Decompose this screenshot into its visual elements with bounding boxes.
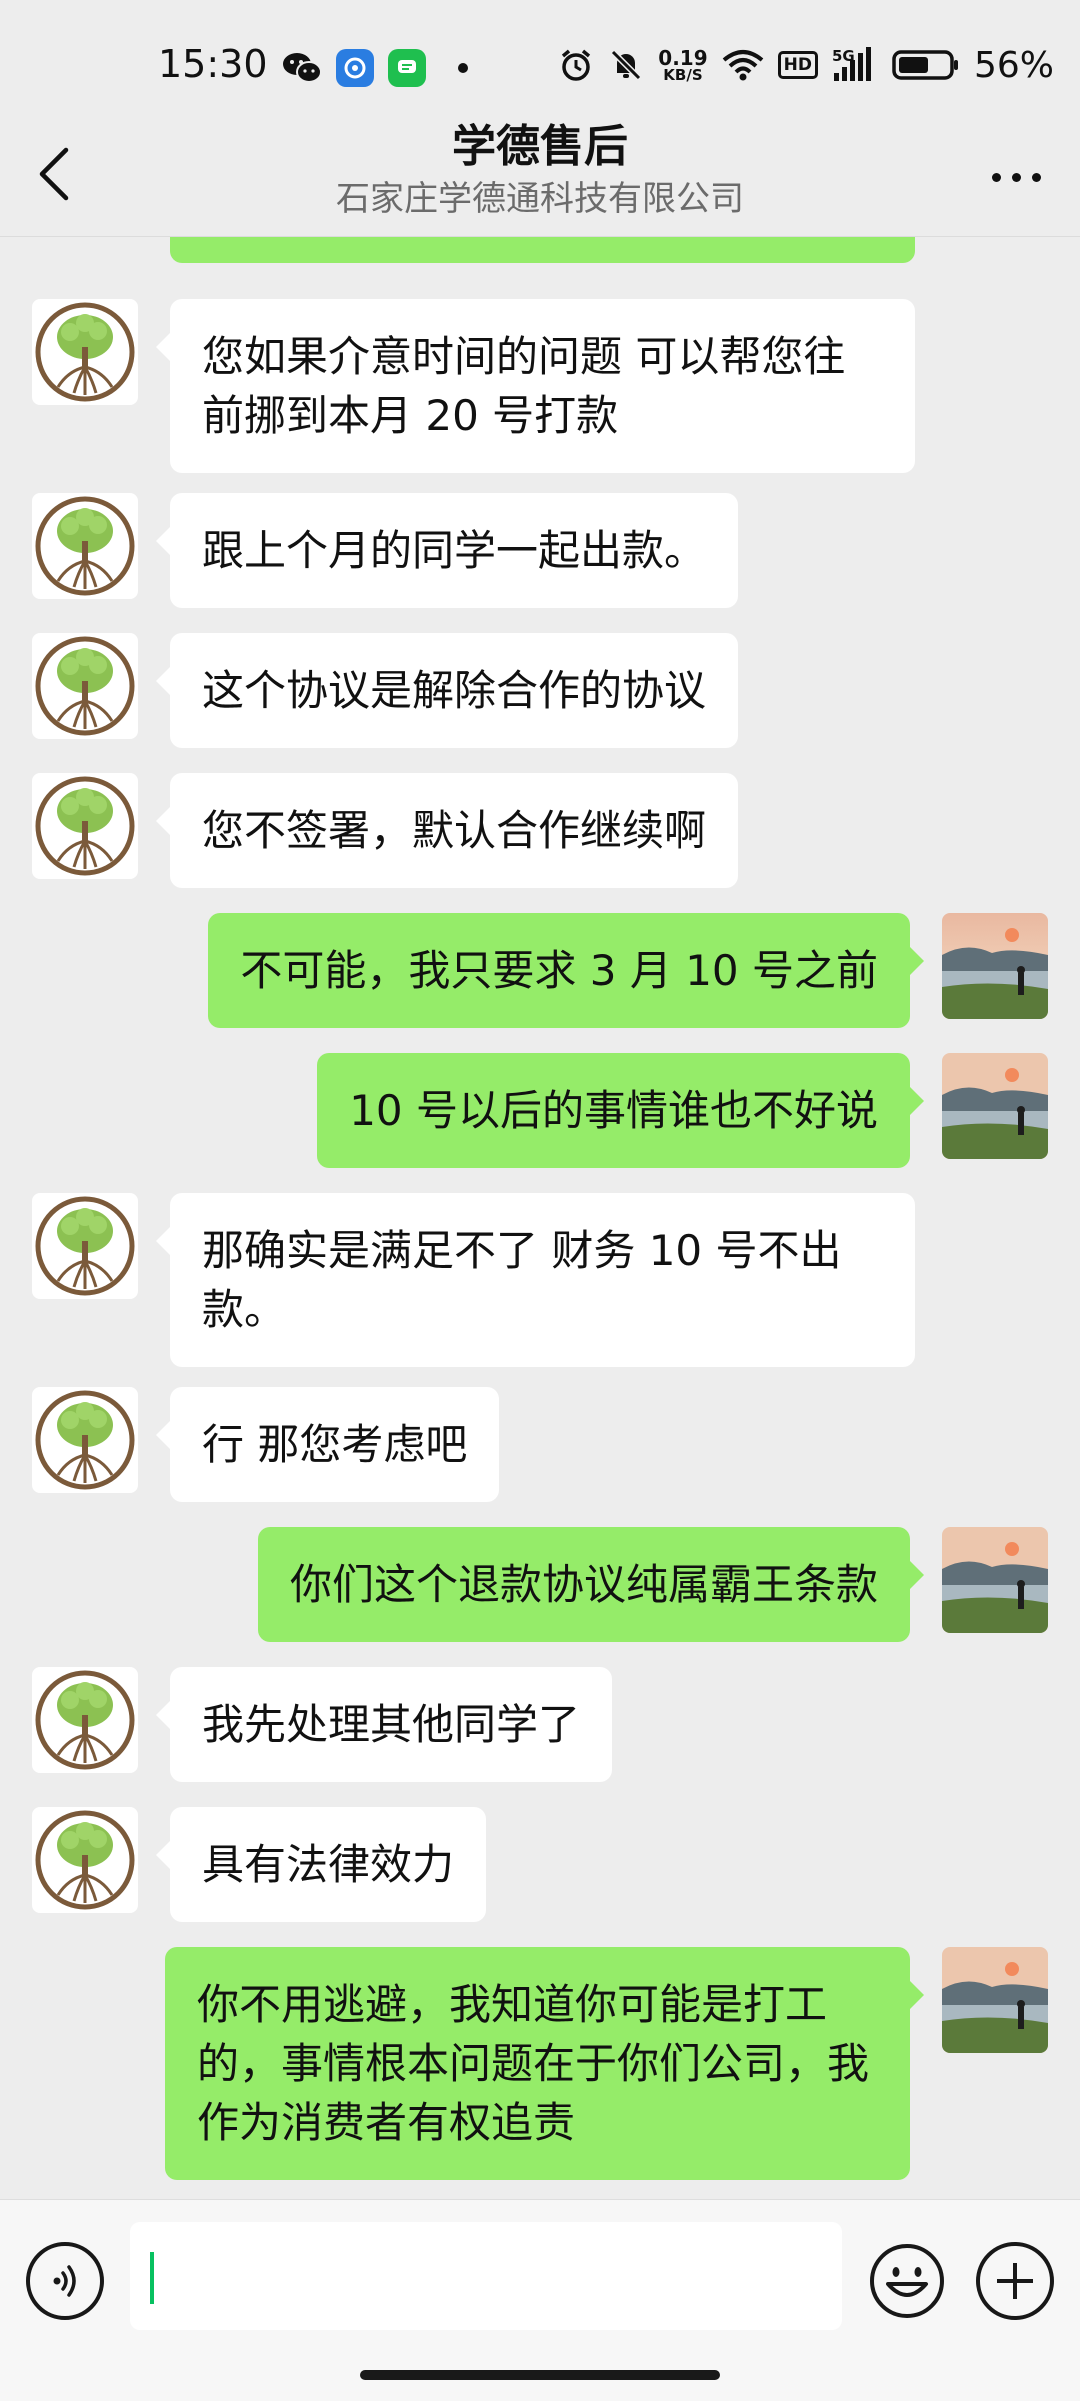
voice-icon [53, 2265, 76, 2297]
text-caret [150, 2252, 154, 2304]
avatar-incoming[interactable] [32, 493, 138, 599]
net-speed: 0.19 KB/S [658, 48, 707, 83]
message-bubble-incoming[interactable]: 这个协议是解除合作的协议 [155, 633, 739, 748]
voice-input-button[interactable] [26, 2242, 104, 2320]
tree-logo-icon [32, 633, 138, 739]
input-bar [0, 2199, 1080, 2401]
more-functions-button[interactable] [976, 2242, 1054, 2320]
message-bubble-outgoing[interactable]: 你们这个退款协议纯属霸王条款 [257, 1527, 925, 1642]
net-speed-unit: KB/S [663, 65, 703, 84]
tree-logo-icon [32, 1387, 138, 1493]
title-block: 学德售后 石家庄学德通科技有限公司 [200, 118, 880, 222]
tree-logo-icon [32, 493, 138, 599]
avatar-incoming[interactable] [32, 1807, 138, 1913]
message-bubble-outgoing[interactable]: 不可能，我只要求 3 月 10 号之前 [208, 913, 924, 1028]
dot-icon [1011, 172, 1021, 182]
avatar-self[interactable] [942, 1947, 1048, 2053]
message-bubble-incoming[interactable]: 您如果介意时间的问题 可以帮您往前挪到本月 20 号打款 [156, 299, 915, 473]
status-bar: 15:30 0.19 KB/S HD 5G 56% [0, 0, 1080, 130]
tree-logo-icon [32, 1667, 138, 1773]
landscape-photo-icon [942, 913, 1048, 1019]
notification-dot [458, 63, 468, 73]
message-bubble-incoming[interactable]: 您不签署，默认合作继续啊 [155, 773, 739, 888]
partial-outgoing-bubble [170, 237, 915, 263]
message-bubble-outgoing[interactable]: 10 号以后的事情谁也不好说 [317, 1053, 924, 1168]
signal-icon: 5G [832, 47, 878, 83]
hd-icon: HD [777, 51, 818, 79]
message-bubble-incoming[interactable]: 我先处理其他同学了 [155, 1667, 613, 1782]
more-options-button[interactable] [976, 152, 1056, 202]
browser-icon [336, 49, 374, 87]
tree-logo-icon [32, 1807, 138, 1913]
battery-icon [892, 50, 958, 80]
status-right-icons: 0.19 KB/S HD 5G 56% [558, 42, 1054, 88]
emoji-button[interactable] [868, 2242, 946, 2320]
home-indicator[interactable] [360, 2370, 720, 2380]
avatar-incoming[interactable] [32, 1193, 138, 1299]
dot-icon [1031, 172, 1041, 182]
message-bubble-incoming[interactable]: 行 那您考虑吧 [155, 1387, 500, 1502]
avatar-self[interactable] [942, 1053, 1048, 1159]
avatar-self[interactable] [942, 1527, 1048, 1633]
landscape-photo-icon [942, 1947, 1048, 2053]
net-speed-value: 0.19 [658, 45, 708, 70]
tree-logo-icon [32, 773, 138, 879]
message-bubble-incoming[interactable]: 跟上个月的同学一起出款。 [155, 493, 739, 608]
wifi-icon [722, 50, 763, 81]
chevron-left-icon [39, 147, 69, 201]
chat-subtitle: 石家庄学德通科技有限公司 [336, 179, 744, 219]
status-time: 15:30 [158, 42, 268, 86]
message-bubble-incoming[interactable]: 具有法律效力 [155, 1807, 487, 1922]
message-bubble-incoming[interactable]: 那确实是满足不了 财务 10 号不出款。 [156, 1193, 915, 1367]
back-button[interactable] [26, 142, 80, 206]
avatar-incoming[interactable] [32, 299, 138, 405]
wechat-icon [283, 53, 322, 83]
message-list[interactable]: 您如果介意时间的问题 可以帮您往前挪到本月 20 号打款 跟上个月的同学一起出款… [0, 237, 1080, 2199]
tree-logo-icon [32, 299, 138, 405]
avatar-incoming[interactable] [32, 1387, 138, 1493]
battery-percent: 56% [973, 44, 1054, 86]
dot-icon [991, 172, 1001, 182]
landscape-photo-icon [942, 1053, 1048, 1159]
mute-icon [611, 49, 642, 81]
avatar-incoming[interactable] [32, 633, 138, 739]
tree-logo-icon [32, 1193, 138, 1299]
message-input[interactable] [130, 2222, 842, 2330]
avatar-incoming[interactable] [32, 773, 138, 879]
status-app-icons [282, 48, 468, 88]
signal-label: 5G [831, 47, 855, 65]
message-bubble-outgoing[interactable]: 你不用逃避，我知道你可能是打工的，事情根本问题在于你们公司，我作为消费者有权追责 [165, 1947, 924, 2180]
landscape-photo-icon [942, 1527, 1048, 1633]
chat-title: 学德售后 [452, 121, 628, 172]
alarm-icon [562, 49, 591, 81]
avatar-self[interactable] [942, 913, 1048, 1019]
avatar-incoming[interactable] [32, 1667, 138, 1773]
chat-header: 学德售后 石家庄学德通科技有限公司 [0, 112, 1080, 238]
message-app-icon [388, 49, 426, 87]
